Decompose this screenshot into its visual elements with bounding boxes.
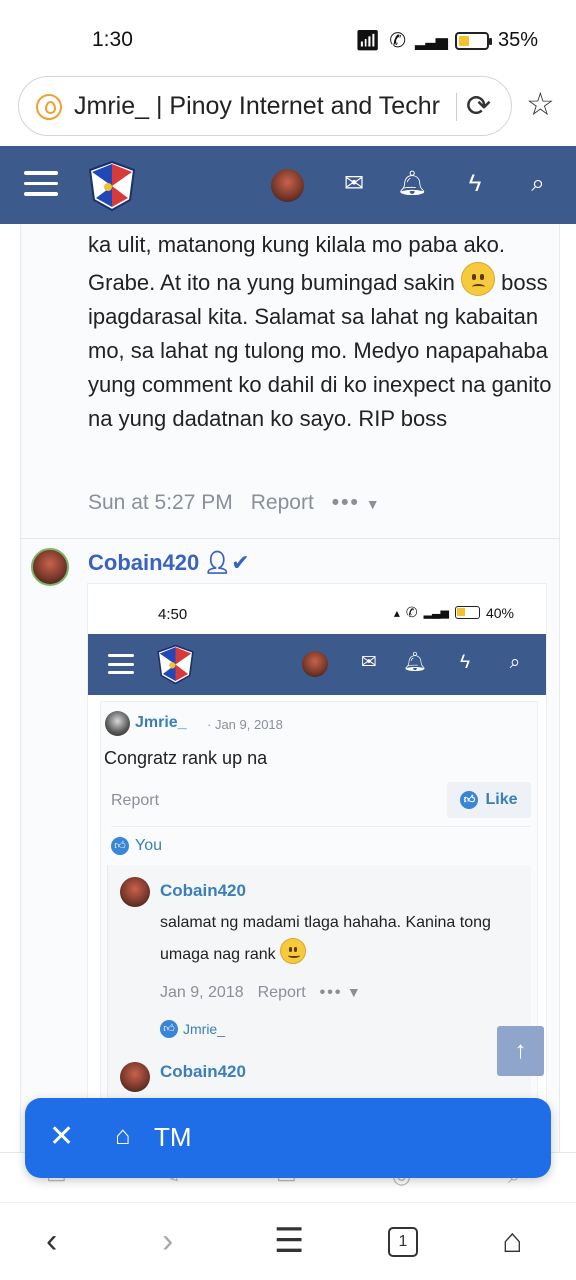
avatar [120,1062,150,1092]
avatar [105,711,130,736]
tag-label[interactable]: TM [154,1122,192,1153]
screenshot-content: Jmrie_ · Jan 9, 2018 Congratz rank up na… [88,695,546,1104]
screenshot-time: 4:50 [158,606,188,623]
reply-likes: 👍︎ Jmrie_ [160,1020,225,1038]
user-avatar[interactable] [271,169,304,202]
tag-icon: ⌂ [115,1120,131,1150]
inbox-icon: ✉ [361,652,377,673]
status-time: 1:30 [92,28,133,51]
site-icon [36,94,62,120]
tabs-button[interactable]: 1 [388,1227,418,1257]
reply-meta: Jan 9, 2018 Report ••• ▼ [160,984,361,1001]
status-icons: 📶︎ ✆ ▂▃▅ 35% [355,28,538,53]
forward-icon[interactable]: › [162,1221,173,1261]
browser-toolbar: Jmrie_ | Pinoy Internet and Techr ⟳ ☆ [0,74,576,144]
reload-icon[interactable]: ⟳ [466,91,491,123]
reply-text: salamat ng madami tlaga hahaha. Kanina t… [160,914,491,964]
wifi-icon: ▴ [393,605,400,620]
screenshot-reply: Cobain420 salamat ng madami tlaga hahaha… [107,865,531,1102]
divider [456,93,457,121]
home-icon[interactable]: ⌂ [502,1221,523,1261]
more-options-button[interactable]: ••• ▼ [332,491,380,515]
menu-icon[interactable]: ☰ [274,1221,304,1261]
search-icon: ⌕ [509,652,521,673]
attached-screenshot[interactable]: 4:50 ▴ ✆ ▂▃▅ 40% ✉ 🔔︎ ϟ ⌕ Jmrie_ · Jan 9… [88,584,546,1104]
like-button: 👍︎ Like [447,782,531,818]
status-bar: 1:30 📶︎ ✆ ▂▃▅ 35% [0,0,576,74]
back-icon[interactable]: ‹ [46,1221,57,1261]
message-text: Congratz rank up na [104,748,268,768]
search-icon[interactable]: ⌕ [522,168,554,200]
call-icon: ✆ [389,30,407,52]
forum-header: ✉ 🔔︎ ϟ ⌕ [0,146,576,224]
inbox-icon[interactable]: ✉ [338,168,370,200]
site-logo-icon[interactable] [86,160,138,212]
close-icon[interactable]: ✕ [49,1118,74,1156]
user-avatar [302,651,328,677]
post-timestamp[interactable]: Sun at 5:27 PM [88,491,233,515]
next-author: Cobain420 [160,1062,246,1081]
scroll-to-top-button[interactable]: ↑ [497,1026,544,1076]
bookmark-star-icon[interactable]: ☆ [526,87,555,121]
page-title: Jmrie_ | Pinoy Internet and Techr [74,92,440,120]
screenshot-battery: 40% [485,604,514,621]
whats-new-bolt-icon: ϟ [459,652,471,673]
smile-emoji-icon [280,938,307,964]
reply-author: Cobain420 [160,881,246,900]
signal-icon: ▂▃▅ [423,607,449,619]
frown-emoji-icon [461,262,496,296]
reactions-row: 👍︎ You [111,826,531,864]
user-verified-icon: 👤︎✔ [203,550,250,575]
avatar [120,877,150,907]
call-icon: ✆ [405,604,418,620]
reply-author[interactable]: Cobain420 👤︎✔ [88,550,250,576]
site-logo-icon [157,644,194,685]
thumbs-up-icon: 👍︎ [460,791,479,809]
post-meta: Sun at 5:27 PM Report ••• ▼ [88,491,380,515]
page: 1:30 📶︎ ✆ ▂▃▅ 35% Jmrie_ | Pinoy Interne… [0,0,576,1280]
battery-percent: 35% [497,29,538,51]
whats-new-bolt-icon[interactable]: ϟ [459,168,491,200]
chevron-down-icon: ▼ [365,496,380,512]
battery-icon [454,606,480,619]
address-bar[interactable]: Jmrie_ | Pinoy Internet and Techr ⟳ [18,76,512,136]
post-body: ka ulit, matanong kung kilala mo paba ak… [88,228,558,436]
report-link[interactable]: Report [251,491,314,515]
battery-icon [454,31,492,50]
report-link: Report [111,792,160,809]
alerts-bell-icon: 🔔︎ [402,652,428,673]
post-text: ka ulit, matanong kung kilala mo paba ak… [88,232,506,295]
divider [20,538,560,539]
message-author: Jmrie_ [135,714,187,731]
chevron-down-icon: ▼ [346,984,361,1000]
reply-avatar[interactable] [31,548,69,586]
tag-bar: ✕ ⌂ TM [25,1098,551,1178]
message-date: · Jan 9, 2018 [207,717,283,732]
wifi-icon: 📶︎ [354,30,381,52]
browser-bottom-nav: ‹ › ☰ 1 ⌂ [0,1202,576,1280]
screenshot-message: Jmrie_ · Jan 9, 2018 Congratz rank up na… [100,701,538,1102]
alerts-bell-icon[interactable]: 🔔︎ [396,168,428,200]
menu-icon[interactable] [24,171,58,197]
screenshot-status-bar: 4:50 ▴ ✆ ▂▃▅ 40% [88,584,546,634]
signal-icon: ▂▃▅ [415,32,448,50]
screenshot-forum-header: ✉ 🔔︎ ϟ ⌕ [88,634,546,695]
thumbs-up-icon: 👍︎ [160,1020,178,1038]
menu-icon [108,654,134,674]
thumbs-up-icon: 👍︎ [111,836,129,855]
